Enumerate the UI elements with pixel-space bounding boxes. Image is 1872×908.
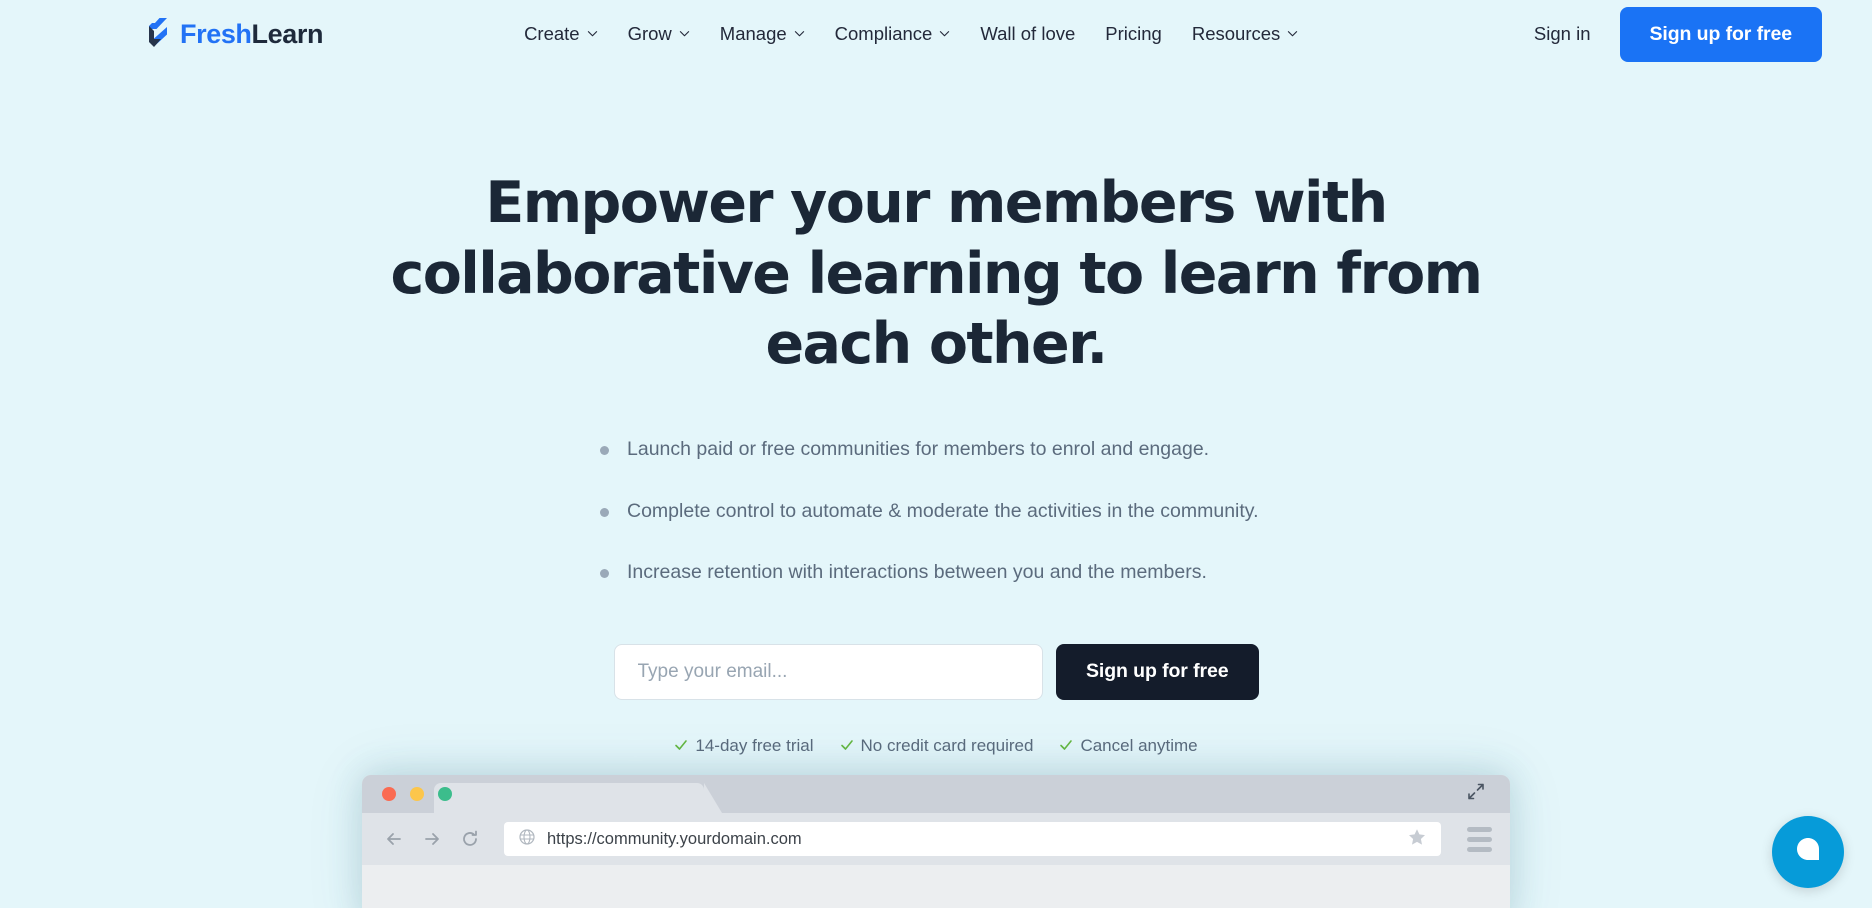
browser-tab[interactable]: [434, 783, 722, 813]
nav-item-create[interactable]: Create: [524, 22, 598, 44]
star-icon[interactable]: [1407, 827, 1427, 852]
nav-label-create: Create: [524, 22, 580, 44]
browser-viewport: [362, 865, 1510, 908]
hero-section: Empower your members with collaborative …: [0, 68, 1872, 754]
chevron-down-icon: [679, 28, 690, 39]
nav-label-grow: Grow: [627, 22, 672, 44]
nav-item-manage[interactable]: Manage: [719, 22, 805, 44]
maximize-window-icon[interactable]: [438, 787, 452, 801]
chat-widget-button[interactable]: [1772, 816, 1844, 888]
chevron-down-icon: [587, 28, 598, 39]
nav-item-compliance[interactable]: Compliance: [834, 22, 951, 44]
list-item: Launch paid or free communities for memb…: [600, 440, 1286, 460]
address-bar[interactable]: https://community.yourdomain.com: [504, 822, 1441, 856]
nav-item-pricing[interactable]: Pricing: [1105, 22, 1162, 44]
freshlearn-bolt-icon: [141, 17, 169, 51]
site-header: FreshLearn Create Grow Manage Compliance…: [0, 0, 1872, 68]
check-icon: [840, 738, 854, 752]
chat-bubble-icon: [1791, 833, 1825, 872]
browser-mockup: https://community.yourdomain.com: [362, 775, 1510, 908]
nav-label-compliance: Compliance: [834, 22, 933, 44]
list-item: Complete control to automate & moderate …: [600, 501, 1286, 522]
header-actions: Sign in Sign up for free: [1534, 6, 1822, 62]
nav-label-pricing: Pricing: [1105, 22, 1162, 44]
arrow-left-icon[interactable]: [384, 829, 404, 849]
check-icon: [1059, 738, 1073, 752]
hamburger-menu-icon[interactable]: [1467, 826, 1492, 852]
email-field[interactable]: [613, 643, 1043, 700]
trust-badge-free-trial: 14-day free trial: [674, 735, 814, 755]
expand-diagonal-icon[interactable]: [1466, 782, 1486, 807]
brand-name-learn: Learn: [251, 18, 324, 49]
main-navigation: Create Grow Manage Compliance Wall of lo…: [524, 22, 1298, 44]
browser-toolbar: https://community.yourdomain.com: [362, 813, 1510, 865]
browser-titlebar: [362, 775, 1510, 813]
trust-badges: 14-day free trial No credit card require…: [0, 737, 1872, 754]
trust-badge-no-credit-card: No credit card required: [840, 735, 1034, 755]
list-item: Increase retention with interactions bet…: [600, 563, 1286, 583]
brand-name-fresh: Fresh: [180, 18, 252, 49]
nav-item-grow[interactable]: Grow: [627, 22, 690, 44]
brand-name: FreshLearn: [180, 18, 324, 49]
address-bar-url: https://community.yourdomain.com: [547, 829, 802, 848]
nav-label-wall-of-love: Wall of love: [980, 22, 1076, 44]
check-icon: [674, 738, 688, 752]
signup-form: Sign up for free: [613, 643, 1259, 700]
page-title: Empower your members with collaborative …: [390, 170, 1483, 378]
window-controls: [382, 787, 452, 801]
nav-label-resources: Resources: [1191, 22, 1281, 44]
chevron-down-icon: [939, 28, 950, 39]
sign-in-link[interactable]: Sign in: [1534, 23, 1591, 45]
minimize-window-icon[interactable]: [410, 787, 424, 801]
trust-badge-label: No credit card required: [860, 735, 1034, 755]
close-window-icon[interactable]: [382, 787, 396, 801]
nav-label-manage: Manage: [719, 22, 787, 44]
chevron-down-icon: [794, 28, 805, 39]
brand-logo[interactable]: FreshLearn: [141, 17, 323, 51]
nav-item-wall-of-love[interactable]: Wall of love: [980, 22, 1076, 44]
hero-feature-list: Launch paid or free communities for memb…: [586, 440, 1286, 583]
nav-item-resources[interactable]: Resources: [1191, 22, 1298, 44]
trust-badge-label: Cancel anytime: [1080, 735, 1198, 755]
arrow-right-icon[interactable]: [422, 829, 442, 849]
hero-sign-up-button[interactable]: Sign up for free: [1056, 643, 1259, 700]
browser-window: https://community.yourdomain.com: [362, 775, 1510, 908]
trust-badge-label: 14-day free trial: [695, 735, 814, 755]
trust-badge-cancel-anytime: Cancel anytime: [1059, 735, 1198, 755]
chevron-down-icon: [1287, 28, 1298, 39]
globe-icon: [518, 828, 536, 851]
header-sign-up-button[interactable]: Sign up for free: [1619, 6, 1822, 62]
reload-icon[interactable]: [460, 829, 480, 849]
